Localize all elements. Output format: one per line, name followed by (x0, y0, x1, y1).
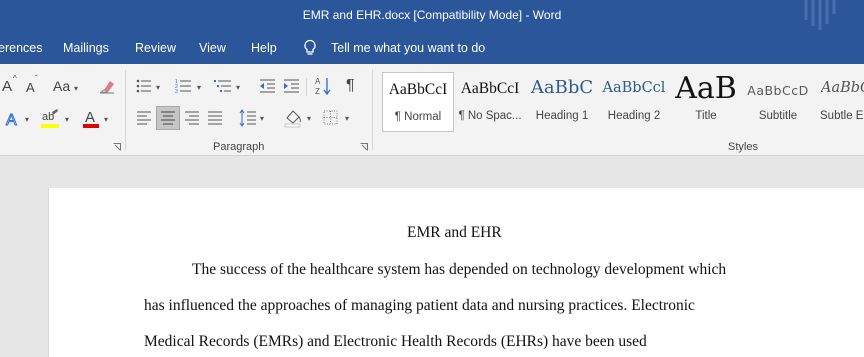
style-name: Subtle Em (820, 110, 864, 122)
align-right-icon[interactable] (184, 111, 200, 125)
sort-icon[interactable]: A Z (315, 76, 331, 96)
tab-references[interactable]: erences (0, 41, 42, 55)
style-normal[interactable]: AaBbCcI ¶ Normal (382, 72, 454, 132)
chevron-down-icon[interactable]: ▾ (345, 114, 349, 123)
align-center-button[interactable] (156, 106, 180, 130)
svg-text:Z: Z (315, 87, 320, 96)
bullets-icon[interactable] (136, 78, 152, 94)
style-name: ¶ Normal (394, 111, 442, 123)
align-center-icon (161, 111, 175, 125)
style-name: Heading 1 (535, 110, 589, 122)
chevron-down-icon[interactable]: ▾ (307, 114, 311, 123)
decrease-indent-icon[interactable] (259, 78, 276, 94)
highlight-color-icon[interactable]: ab (40, 108, 62, 130)
chevron-down-icon[interactable]: ▾ (156, 83, 160, 92)
show-formatting-marks-icon[interactable]: ¶ (346, 78, 355, 94)
shading-icon[interactable] (283, 108, 303, 128)
align-left-icon[interactable] (136, 111, 152, 125)
paragraph-line: The success of the healthcare system has… (192, 261, 727, 278)
svg-text:A: A (85, 109, 95, 126)
shrink-font-button[interactable]: A (26, 81, 35, 94)
chevron-down-icon[interactable]: ▾ (65, 115, 69, 124)
style-name: Heading 2 (607, 110, 661, 122)
style-sample: AaBbCcL (821, 80, 864, 96)
chevron-down-icon[interactable]: ▾ (104, 115, 108, 124)
grow-font-caret-icon: ^ (13, 74, 17, 83)
svg-text:A: A (6, 112, 17, 128)
style-heading-2[interactable]: AaBbCcl Heading 2 (598, 72, 670, 132)
style-name: Title (695, 110, 717, 122)
title-bar: EMR and EHR.docx [Compatibility Mode] - … (0, 0, 864, 32)
paragraph-dialog-launcher-icon[interactable] (360, 143, 368, 151)
borders-icon[interactable] (323, 110, 338, 125)
grow-font-button[interactable]: A (2, 79, 12, 94)
paragraph-line: has influenced the approaches of managin… (144, 297, 695, 314)
style-name: ¶ No Spac... (458, 110, 522, 122)
group-separator (372, 70, 373, 150)
style-sample: AaBbCcI (460, 80, 520, 97)
chevron-down-icon[interactable]: ▾ (25, 115, 29, 124)
increase-indent-icon[interactable] (283, 78, 300, 94)
style-sample: AaBbC (530, 77, 594, 98)
style-sample: AaBbCcD (747, 83, 809, 98)
style-sample: AaBbCcI (388, 81, 448, 98)
styles-group-label: Styles (728, 141, 758, 153)
tell-me-search[interactable]: Tell me what you want to do (331, 41, 485, 55)
numbering-icon[interactable]: 123 (175, 78, 192, 94)
document-area[interactable]: EMR and EHR The success of the healthcar… (0, 157, 864, 357)
justify-icon[interactable] (207, 111, 223, 125)
window-title: EMR and EHR.docx [Compatibility Mode] - … (302, 8, 562, 22)
paragraph-group-label: Paragraph (213, 141, 265, 153)
style-name: Subtitle (758, 110, 798, 122)
svg-text:A: A (315, 77, 321, 86)
line-spacing-icon[interactable] (239, 109, 257, 127)
group-separator (125, 70, 126, 150)
font-dialog-launcher-icon[interactable] (113, 143, 121, 151)
font-color-icon[interactable]: A (82, 108, 100, 130)
tab-mailings[interactable]: Mailings (63, 41, 109, 55)
ribbon-tabs: erences Mailings Review View Help Tell m… (0, 32, 864, 64)
chevron-down-icon[interactable]: ▾ (260, 114, 264, 123)
paragraph-line: Medical Records (EMRs) and Electronic He… (144, 333, 647, 350)
style-no-spacing[interactable]: AaBbCcI ¶ No Spac... (454, 72, 526, 132)
tab-view[interactable]: View (199, 41, 226, 55)
lightbulb-icon[interactable] (303, 39, 317, 57)
change-case-button[interactable]: Aa (53, 79, 70, 93)
ribbon: A ^ A ˇ Aa ▾ A ▾ ab ▾ A ▾ ▾ 123 ▾ ▾ A Z … (0, 64, 864, 156)
chevron-down-icon[interactable]: ▾ (74, 84, 78, 93)
clear-formatting-icon[interactable] (98, 78, 116, 94)
document-page[interactable]: EMR and EHR The success of the healthcar… (48, 188, 864, 357)
style-sample: AaBbCcl (602, 80, 666, 96)
shrink-font-caret-icon: ˇ (35, 74, 38, 83)
document-title: EMR and EHR (407, 224, 502, 241)
style-title[interactable]: AaB Title (670, 71, 742, 132)
style-sample: AaB (675, 71, 737, 106)
style-subtle-emphasis[interactable]: AaBbCcL Subtle Em (814, 72, 864, 132)
button-separator (306, 78, 307, 96)
tab-review[interactable]: Review (135, 41, 176, 55)
svg-text:3: 3 (175, 89, 178, 94)
text-effects-icon[interactable]: A (4, 110, 22, 129)
style-heading-1[interactable]: AaBbC Heading 1 (526, 72, 598, 132)
style-subtitle[interactable]: AaBbCcD Subtitle (742, 72, 814, 132)
multilevel-list-icon[interactable] (214, 78, 232, 94)
window-decoration-icon (804, 0, 836, 30)
tab-help[interactable]: Help (251, 41, 277, 55)
chevron-down-icon[interactable]: ▾ (236, 83, 240, 92)
chevron-down-icon[interactable]: ▾ (197, 83, 201, 92)
